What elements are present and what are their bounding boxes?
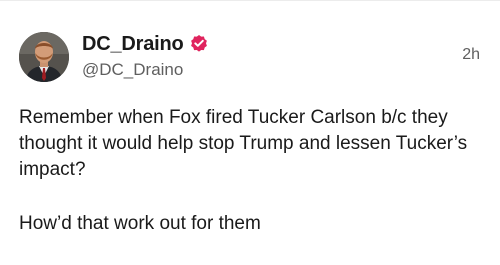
- post-body: Remember when Fox fired Tucker Carlson b…: [19, 105, 489, 237]
- user-handle[interactable]: @DC_Draino: [82, 60, 209, 80]
- verified-badge-icon: [189, 34, 209, 54]
- divider: [0, 0, 500, 1]
- avatar-image: [19, 32, 69, 82]
- post-paragraph: How’d that work out for them: [19, 213, 261, 234]
- display-name[interactable]: DC_Draino: [82, 33, 184, 56]
- post-header: DC_Draino @DC_Draino: [82, 32, 209, 80]
- post-paragraph: Remember when Fox fired Tucker Carlson b…: [19, 107, 468, 180]
- post-timestamp[interactable]: 2h: [462, 46, 480, 64]
- avatar[interactable]: [19, 32, 69, 82]
- post-card[interactable]: DC_Draino @DC_Draino 2h Remember when Fo…: [0, 0, 500, 265]
- name-row: DC_Draino: [82, 32, 209, 56]
